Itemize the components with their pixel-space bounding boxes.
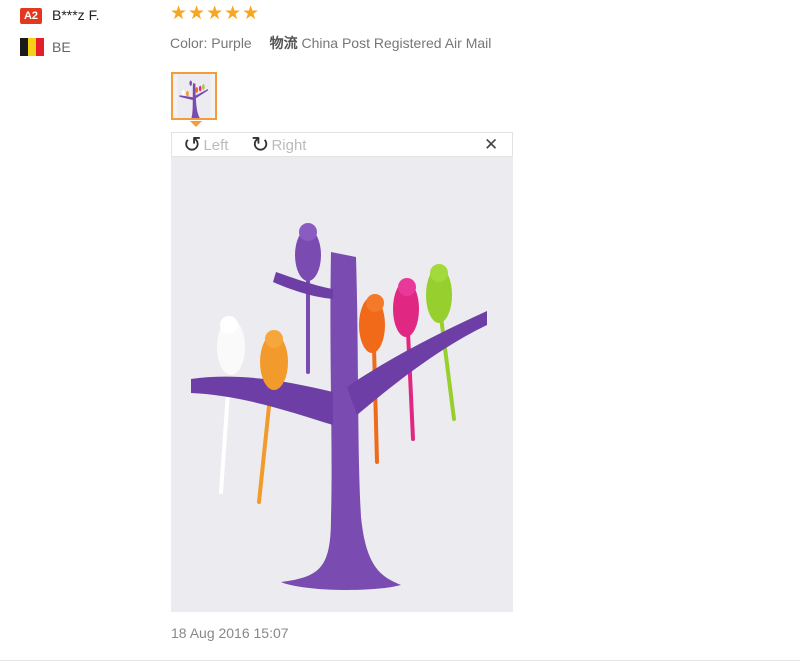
buyer-level-badge: A2	[20, 8, 42, 24]
rating-stars: ★★★★★	[170, 3, 261, 24]
review-photo-thumbnail[interactable]	[171, 72, 217, 120]
review-photo	[171, 157, 513, 612]
rotate-right-label: Right	[271, 136, 307, 154]
shipping-method: China Post Registered Air Mail	[301, 35, 492, 51]
color-value: Purple	[211, 35, 252, 51]
buyer-name: B***z F.	[52, 7, 100, 23]
shipping-icon: 物流	[269, 35, 298, 51]
rotate-right-button[interactable]: ↻ Right	[251, 133, 306, 157]
review-meta: Color: Purple 物流 China Post Registered A…	[170, 33, 491, 53]
rotate-left-icon: ↺	[183, 132, 202, 157]
review-date: 18 Aug 2016 15:07	[171, 625, 289, 641]
buyer-country: BE	[52, 39, 71, 55]
rotate-left-button[interactable]: ↺ Left	[183, 133, 228, 157]
close-icon[interactable]: ✕	[484, 136, 498, 153]
rotate-left-label: Left	[203, 136, 229, 154]
thumbnail-pointer	[190, 121, 202, 127]
rotate-right-icon: ↻	[251, 132, 270, 157]
color-label: Color:	[170, 35, 208, 51]
country-flag-icon	[20, 38, 44, 56]
divider	[0, 660, 800, 661]
